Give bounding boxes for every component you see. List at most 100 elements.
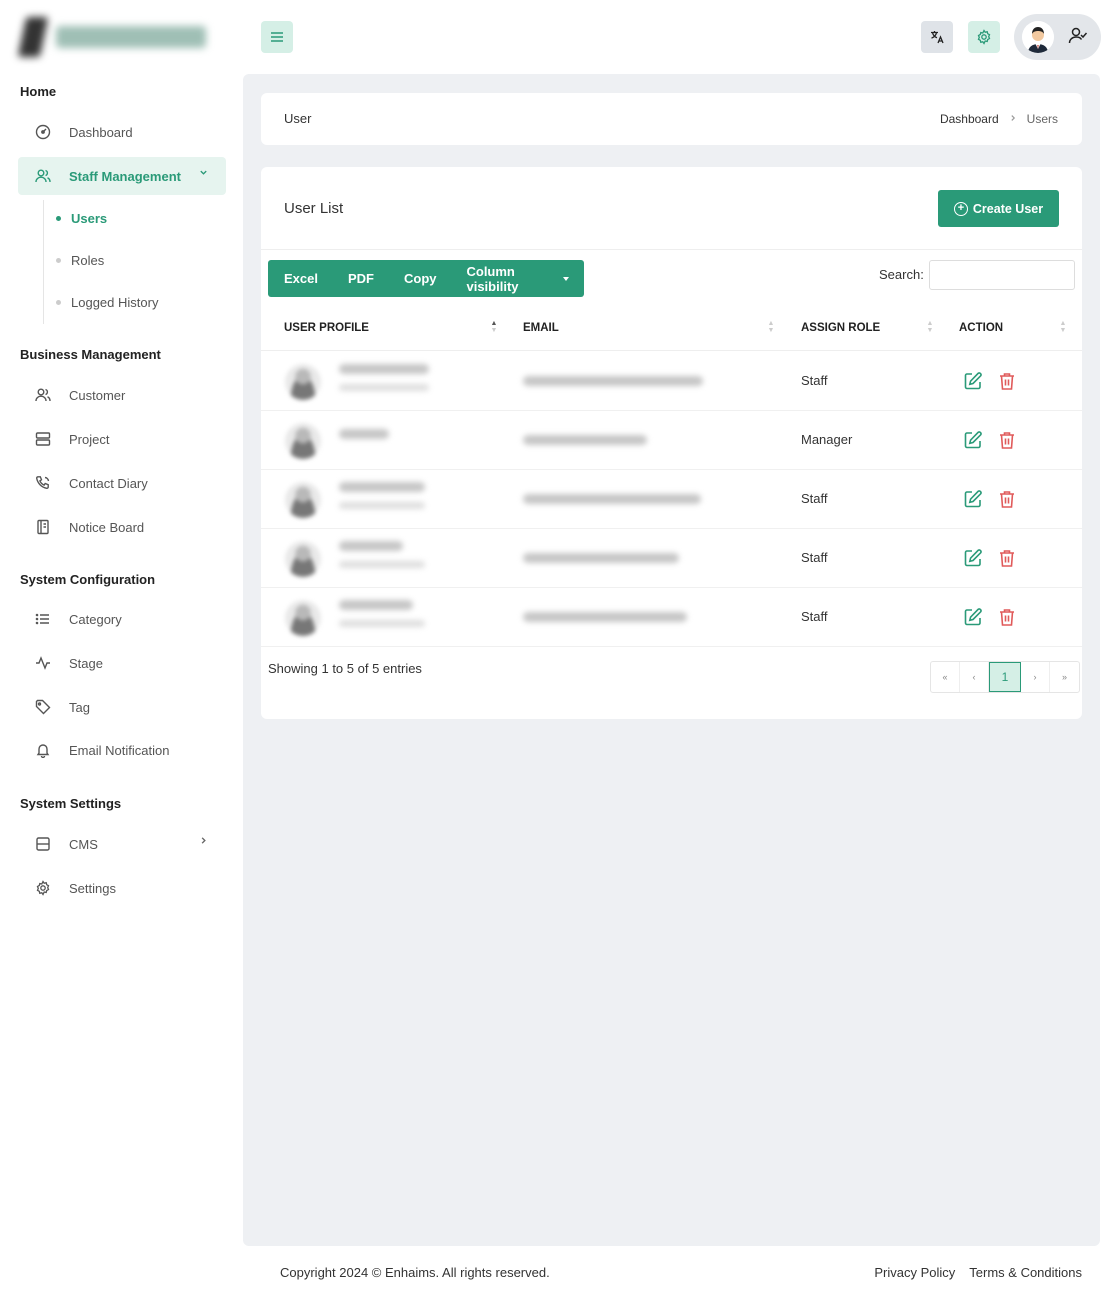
column-header-user-profile[interactable]: USER PROFILE — [284, 322, 369, 334]
redacted-subtext — [339, 502, 425, 509]
last-page-button[interactable]: » — [1050, 662, 1079, 692]
sidebar-item-project[interactable]: Project — [18, 420, 226, 458]
trash-icon[interactable] — [998, 489, 1016, 509]
sidebar-item-contact-diary[interactable]: Contact Diary — [18, 464, 226, 502]
table-row: Staff — [261, 529, 1082, 588]
trash-icon[interactable] — [998, 548, 1016, 568]
logo-mark — [17, 17, 49, 57]
submenu-item-logged-history[interactable]: Logged History — [56, 295, 158, 310]
terms-conditions-link[interactable]: Terms & Conditions — [969, 1265, 1082, 1280]
user-list-card: User List + Create User Excel PDF Copy C… — [261, 167, 1082, 719]
edit-icon[interactable] — [963, 430, 983, 450]
edit-icon[interactable] — [963, 371, 983, 391]
redacted-subtext — [339, 620, 425, 627]
copy-button[interactable]: Copy — [389, 260, 452, 297]
sidebar-item-customer[interactable]: Customer — [18, 376, 226, 414]
pagination: « ‹ 1 › » — [930, 661, 1080, 693]
avatar — [1022, 21, 1054, 53]
chevron-down-icon — [199, 168, 208, 180]
edit-icon[interactable] — [963, 548, 983, 568]
redacted-name — [339, 600, 413, 610]
sidebar-item-dashboard[interactable]: Dashboard — [18, 113, 226, 151]
logo-wordmark — [56, 26, 206, 48]
column-header-email[interactable]: EMAIL — [523, 322, 559, 334]
sort-icon[interactable]: ▲ ▼ — [767, 320, 775, 336]
users-icon — [34, 167, 52, 185]
role-cell: Staff — [801, 491, 828, 506]
divider — [261, 249, 1082, 250]
column-header-action[interactable]: ACTION — [959, 322, 1003, 334]
customer-icon — [34, 386, 52, 404]
sidebar-item-label: Settings — [69, 880, 116, 896]
page-1-button[interactable]: 1 — [989, 662, 1021, 692]
sidebar-item-label: CMS — [69, 836, 98, 852]
role-cell: Staff — [801, 609, 828, 624]
sort-asc-icon[interactable]: ▲ ▼ — [490, 320, 498, 336]
redacted-name — [339, 482, 425, 492]
submenu-item-roles[interactable]: Roles — [56, 253, 104, 268]
sidebar-item-label: Notice Board — [69, 519, 145, 535]
redacted-email — [523, 612, 687, 622]
sidebar-item-settings[interactable]: Settings — [18, 869, 226, 907]
submenu-item-label: Users — [71, 211, 108, 226]
search-input[interactable] — [929, 260, 1075, 290]
pdf-export-button[interactable]: PDF — [333, 260, 389, 297]
notebook-icon — [34, 518, 52, 536]
create-user-button[interactable]: + Create User — [938, 190, 1059, 227]
trash-icon[interactable] — [998, 371, 1016, 391]
language-button[interactable] — [921, 21, 953, 53]
settings-button[interactable] — [968, 21, 1000, 53]
breadcrumb-card: User Dashboard Users — [261, 93, 1082, 145]
sidebar-item-stage[interactable]: Stage — [18, 644, 226, 682]
chevron-right-icon — [1009, 113, 1017, 125]
sidebar-item-notice-board[interactable]: Notice Board — [18, 508, 226, 546]
column-header-assign-role[interactable]: ASSIGN ROLE — [801, 322, 880, 334]
avatar — [285, 423, 321, 459]
first-page-button[interactable]: « — [931, 662, 960, 692]
search-label: Search: — [879, 267, 924, 282]
next-page-button[interactable]: › — [1021, 662, 1050, 692]
sidebar-item-label: Staff Management — [69, 168, 181, 184]
trash-icon[interactable] — [998, 607, 1016, 627]
privacy-policy-link[interactable]: Privacy Policy — [874, 1265, 955, 1280]
section-title-home: Home — [20, 84, 57, 99]
sort-icon[interactable]: ▲ ▼ — [926, 320, 934, 336]
trash-icon[interactable] — [998, 430, 1016, 450]
sidebar-item-tag[interactable]: Tag — [18, 688, 226, 726]
redacted-email — [523, 376, 703, 386]
project-icon — [34, 430, 52, 448]
bullet-icon — [56, 258, 61, 263]
section-title-business-management: Business Management — [20, 347, 161, 362]
bullet-icon — [56, 300, 61, 305]
breadcrumb-dashboard-link[interactable]: Dashboard — [940, 112, 999, 126]
excel-export-button[interactable]: Excel — [268, 260, 333, 297]
edit-icon[interactable] — [963, 489, 983, 509]
profile-menu[interactable] — [1014, 14, 1101, 60]
redacted-subtext — [339, 561, 425, 568]
table-row: Staff — [261, 352, 1082, 411]
sidebar-item-staff-management[interactable]: Staff Management — [18, 157, 226, 195]
redacted-name — [339, 429, 389, 439]
avatar — [285, 541, 321, 577]
table-row: Staff — [261, 588, 1082, 647]
menu-toggle-button[interactable] — [261, 21, 293, 53]
brand-logo[interactable] — [17, 14, 222, 60]
layout-icon — [34, 835, 52, 853]
sort-icon[interactable]: ▲ ▼ — [1059, 320, 1067, 336]
column-visibility-button[interactable]: Column visibility — [451, 260, 584, 297]
sidebar-item-label: Stage — [69, 655, 103, 671]
sidebar-item-cms[interactable]: CMS — [18, 825, 226, 863]
avatar — [285, 482, 321, 518]
chevron-right-icon — [199, 836, 208, 848]
edit-icon[interactable] — [963, 607, 983, 627]
export-button-group: Excel PDF Copy Column visibility — [268, 260, 584, 297]
submenu-item-label: Logged History — [71, 295, 159, 310]
bell-icon — [34, 741, 52, 759]
table-info: Showing 1 to 5 of 5 entries — [268, 661, 422, 676]
hamburger-icon — [271, 32, 283, 42]
sidebar-item-email-notification[interactable]: Email Notification — [18, 731, 226, 769]
sidebar-item-category[interactable]: Category — [18, 600, 226, 638]
previous-page-button[interactable]: ‹ — [960, 662, 989, 692]
breadcrumb-current: Users — [1026, 112, 1058, 126]
submenu-item-users[interactable]: Users — [56, 211, 107, 226]
